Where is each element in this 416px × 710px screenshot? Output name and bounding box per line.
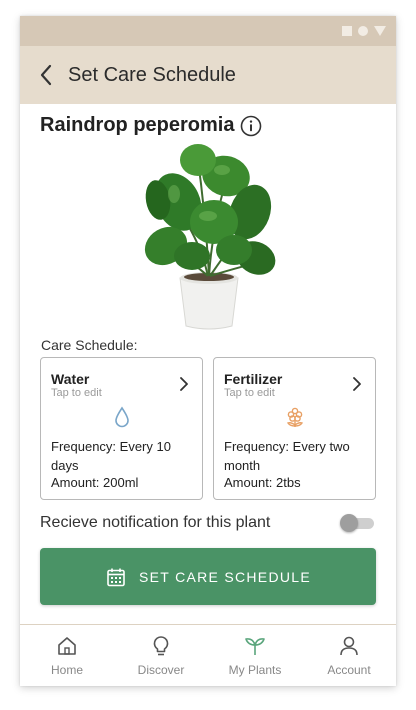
nav-item-home[interactable]: Home bbox=[20, 625, 114, 686]
sprout-icon bbox=[244, 635, 266, 657]
back-button[interactable] bbox=[24, 46, 68, 104]
card-amount: Amount: 200ml bbox=[51, 475, 139, 490]
bottom-navigation: Home Discover My Plants Account bbox=[20, 624, 396, 686]
app-bar: Set Care Schedule bbox=[20, 46, 396, 104]
calendar-icon bbox=[105, 566, 127, 588]
card-subtitle: Tap to edit bbox=[224, 387, 275, 399]
nav-item-my-plants[interactable]: My Plants bbox=[208, 625, 302, 686]
status-triangle-icon bbox=[374, 26, 386, 36]
card-title: Fertilizer bbox=[224, 371, 283, 387]
care-schedule-label: Care Schedule: bbox=[41, 337, 138, 353]
chevron-right-icon bbox=[353, 377, 361, 391]
card-subtitle: Tap to edit bbox=[51, 387, 102, 399]
nav-label: Discover bbox=[137, 663, 185, 677]
phone-screen: Set Care Schedule Raindrop peperomia Car… bbox=[20, 16, 396, 686]
home-icon bbox=[56, 635, 78, 657]
plant-name: Raindrop peperomia bbox=[40, 114, 235, 136]
notification-toggle[interactable] bbox=[340, 513, 376, 533]
nav-label: Home bbox=[50, 663, 83, 677]
water-drop-icon bbox=[114, 406, 129, 428]
card-title: Water bbox=[51, 371, 90, 387]
person-icon bbox=[338, 635, 360, 657]
toggle-thumb bbox=[340, 514, 358, 532]
nav-item-discover[interactable]: Discover bbox=[114, 625, 208, 686]
chevron-left-icon bbox=[40, 64, 52, 86]
nav-label: Account bbox=[327, 663, 371, 677]
card-amount: Amount: 2tbs bbox=[224, 475, 301, 490]
page-title: Set Care Schedule bbox=[68, 63, 236, 86]
nav-label: My Plants bbox=[228, 663, 282, 677]
nav-item-account[interactable]: Account bbox=[302, 625, 396, 686]
fertilizer-card[interactable]: Fertilizer Tap to edit Frequency: Every … bbox=[213, 357, 376, 500]
lightbulb-icon bbox=[150, 635, 172, 657]
card-frequency: Frequency: Every two month bbox=[224, 439, 350, 473]
status-circle-icon bbox=[358, 26, 368, 36]
status-square-icon bbox=[342, 26, 352, 36]
water-card[interactable]: Water Tap to edit Frequency: Every 10 da… bbox=[40, 357, 203, 500]
plant-image bbox=[138, 140, 278, 332]
status-bar bbox=[20, 16, 396, 46]
plant-header: Raindrop peperomia bbox=[40, 114, 262, 137]
set-care-schedule-button[interactable]: SET CARE SCHEDULE bbox=[40, 548, 376, 605]
chevron-right-icon bbox=[180, 377, 188, 391]
notification-row: Recieve notification for this plant bbox=[40, 512, 376, 534]
cta-label: SET CARE SCHEDULE bbox=[139, 568, 311, 585]
status-icons bbox=[342, 26, 386, 36]
card-frequency: Frequency: Every 10 days bbox=[51, 439, 171, 473]
flower-icon bbox=[286, 407, 303, 427]
notification-label: Recieve notification for this plant bbox=[40, 514, 271, 531]
info-icon[interactable] bbox=[240, 115, 262, 137]
